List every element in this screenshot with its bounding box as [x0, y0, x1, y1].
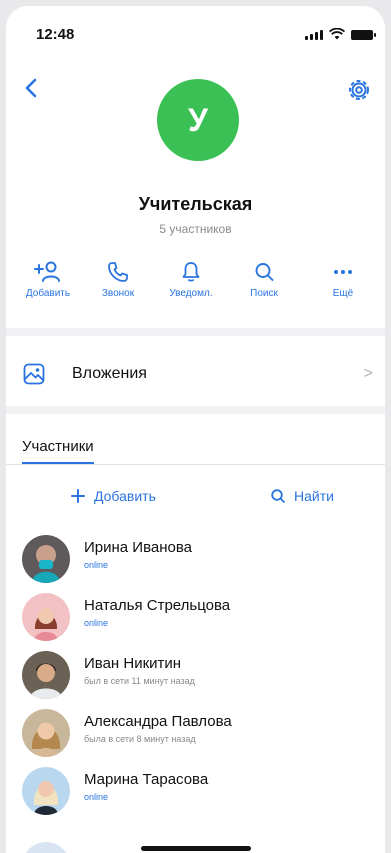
notifications-button[interactable]: Уведомл. [155, 254, 227, 299]
member-status: online [84, 792, 109, 802]
member-avatar [22, 593, 70, 641]
search-icon [271, 489, 285, 503]
call-button[interactable]: Звонок [82, 254, 154, 299]
member-status: была в сети 8 минут назад [84, 734, 196, 744]
attachments-row[interactable]: Вложения > [6, 351, 385, 397]
tab-members-label: Участники [22, 438, 94, 455]
add-member-label: Добавить [25, 288, 71, 299]
member-avatar [22, 651, 70, 699]
screen: 12:48 У Учительская 5 участников Добавит… [6, 6, 385, 853]
member-actions: Добавить Найти [6, 482, 385, 522]
member-status: online [84, 560, 109, 570]
member-status: был в сети 11 минут назад [84, 676, 195, 686]
search-button[interactable]: Поиск [228, 254, 300, 299]
member-avatar [22, 535, 70, 583]
notifications-label: Уведомл. [169, 288, 213, 299]
action-bar: Добавить Звонок Уведомл. Поиск Ещё [6, 254, 385, 312]
more-label: Ещё [332, 288, 354, 299]
add-user-icon [34, 261, 60, 282]
signal-icon [305, 30, 323, 40]
system-indicators [305, 28, 376, 40]
member-name: Александра Павлова [84, 713, 232, 730]
member-name: Наталья Стрельцова [84, 597, 231, 614]
call-label: Звонок [101, 288, 135, 299]
search-label: Поиск [250, 288, 278, 299]
battery-icon [351, 30, 376, 40]
search-icon [255, 263, 274, 281]
image-icon [23, 363, 45, 385]
member-row[interactable]: Александра Павлова была в сети 8 минут н… [6, 704, 385, 762]
member-name: Иван Никитин [84, 655, 182, 672]
member-row[interactable]: Иван Никитин был в сети 11 минут назад [6, 646, 385, 704]
phone-icon [108, 262, 128, 282]
section-divider [6, 328, 385, 336]
more-icon [334, 270, 352, 274]
status-bar: 12:48 [6, 6, 385, 50]
member-name: Ирина Иванова [84, 539, 192, 556]
group-title: Учительская [138, 194, 253, 214]
member-avatar [22, 709, 70, 757]
member-row[interactable]: Марина Тарасова online [6, 762, 385, 820]
bell-icon [182, 262, 200, 282]
attachments-label: Вложения [72, 365, 147, 382]
member-status: online [84, 618, 109, 628]
member-avatar-partial [22, 842, 70, 853]
wifi-icon [329, 28, 345, 40]
status-time: 12:48 [36, 26, 75, 43]
add-participant-button[interactable]: Добавить [70, 488, 156, 504]
chevron-right-icon: > [363, 365, 373, 382]
find-participant-button[interactable]: Найти [270, 488, 334, 504]
add-participant-label: Добавить [94, 488, 156, 504]
member-row[interactable]: Ирина Иванова online [6, 530, 385, 588]
tab-members[interactable]: Участники [22, 438, 94, 464]
home-indicator [141, 846, 251, 851]
tab-divider [6, 464, 385, 465]
member-avatar [22, 767, 70, 815]
add-member-button[interactable]: Добавить [12, 254, 84, 299]
member-name: Марина Тарасова [84, 771, 209, 788]
settings-icon[interactable] [345, 76, 373, 104]
plus-icon [71, 489, 85, 503]
member-row[interactable]: Наталья Стрельцова online [6, 588, 385, 646]
find-participant-label: Найти [294, 488, 334, 504]
group-avatar[interactable]: У [157, 79, 239, 161]
back-icon[interactable] [22, 76, 42, 100]
section-divider-2 [6, 406, 385, 414]
more-button[interactable]: Ещё [307, 254, 379, 299]
member-count: 5 участников [159, 222, 232, 236]
